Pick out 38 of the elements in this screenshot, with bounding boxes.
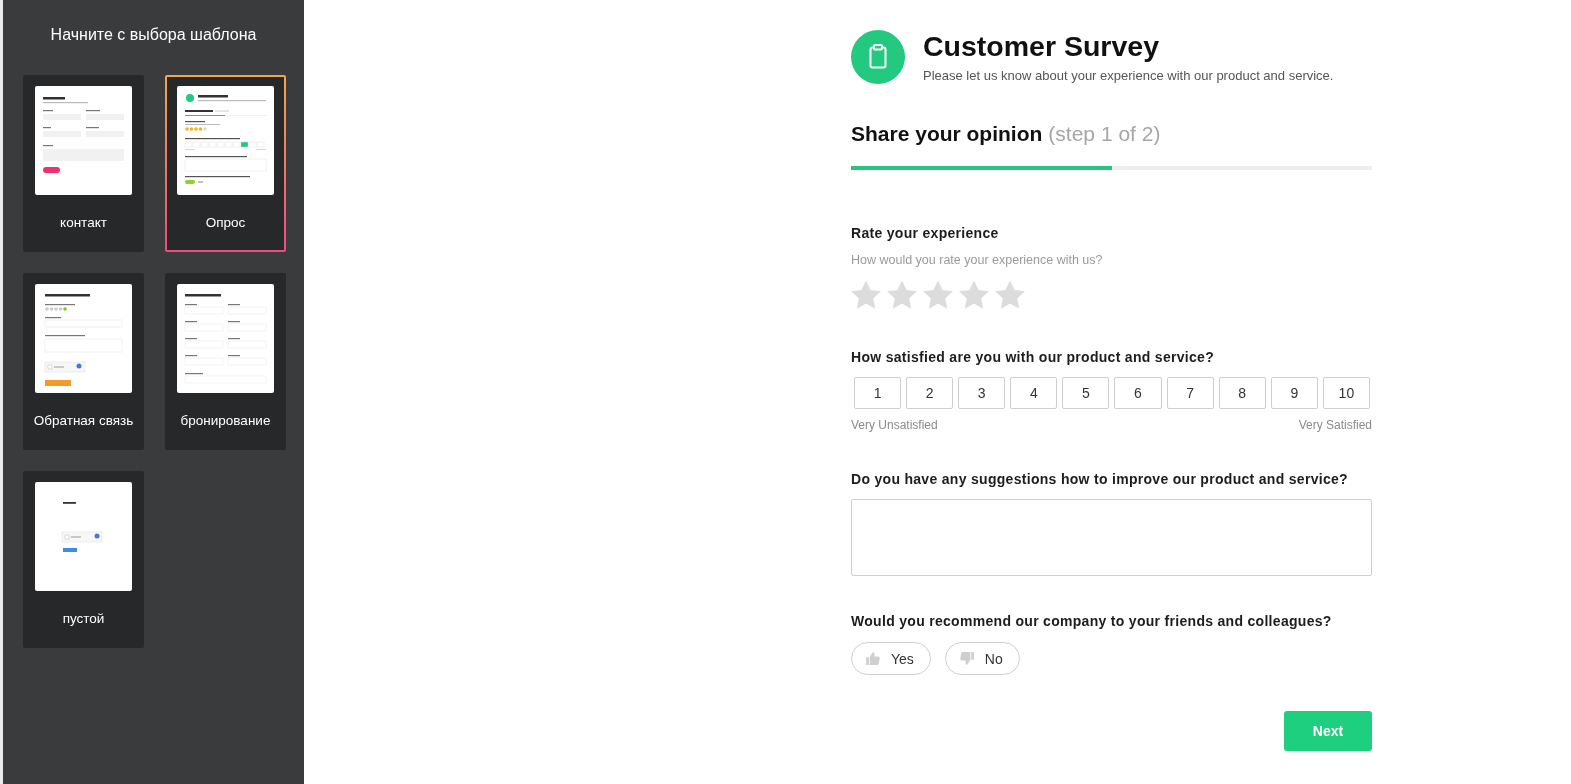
clipboard-icon bbox=[851, 30, 905, 84]
question-label: Do you have any suggestions how to improve our product and service? bbox=[851, 470, 1349, 488]
scale-option[interactable]: 9 bbox=[1270, 377, 1318, 409]
scale-option[interactable]: 8 bbox=[1218, 377, 1266, 409]
question-label: How satisfied are you with our product and service? bbox=[851, 348, 1216, 366]
question-label: Rate your experience bbox=[851, 224, 1000, 242]
template-card[interactable]: Опрос bbox=[165, 75, 286, 252]
question-label: Would you recommend our company to your friends and colleagues? bbox=[851, 612, 1333, 630]
star-icon[interactable] bbox=[923, 280, 953, 309]
thumbs-down-icon bbox=[959, 652, 974, 665]
answer-field[interactable] bbox=[851, 499, 1372, 576]
scale-option[interactable]: 4 bbox=[1010, 377, 1058, 409]
answer-option-button[interactable]: Yes bbox=[851, 642, 931, 675]
star-icon[interactable] bbox=[959, 280, 989, 309]
form-title: Customer Survey bbox=[923, 30, 1160, 62]
form-subtitle: Please let us know about your experience with our product and service. bbox=[923, 67, 1334, 85]
template-card[interactable]: бронирование bbox=[165, 273, 286, 450]
scale-option[interactable]: 5 bbox=[1062, 377, 1110, 409]
sidebar-title: Начните с выбора шаблона bbox=[49, 25, 258, 45]
star-icon[interactable] bbox=[887, 280, 917, 309]
template-card[interactable]: Обратная связь bbox=[23, 273, 144, 450]
scale-option[interactable]: 3 bbox=[958, 377, 1006, 409]
scale-option[interactable]: 6 bbox=[1114, 377, 1162, 409]
scale-option[interactable]: 7 bbox=[1166, 377, 1214, 409]
template-card[interactable]: пустой bbox=[23, 471, 144, 648]
template-card[interactable]: контакт bbox=[23, 75, 144, 252]
star-icon[interactable] bbox=[995, 280, 1025, 309]
question-hint: How would you rate your experience with us? bbox=[851, 252, 1104, 268]
answer-option-button[interactable]: No bbox=[944, 642, 1020, 675]
star-icon[interactable] bbox=[851, 280, 881, 309]
scale-option[interactable]: 2 bbox=[906, 377, 954, 409]
step-counter: (step 1 of 2) bbox=[1048, 122, 1161, 145]
scale-option[interactable]: 10 bbox=[1322, 377, 1370, 409]
scale-option[interactable]: 1 bbox=[854, 377, 902, 409]
scale-min-label: Very Unsatisfied bbox=[851, 417, 938, 433]
thumbs-up-icon bbox=[866, 652, 880, 665]
step-title: Share your opinion bbox=[851, 122, 1043, 145]
scale-max-label: Very Satisfied bbox=[1298, 417, 1372, 433]
